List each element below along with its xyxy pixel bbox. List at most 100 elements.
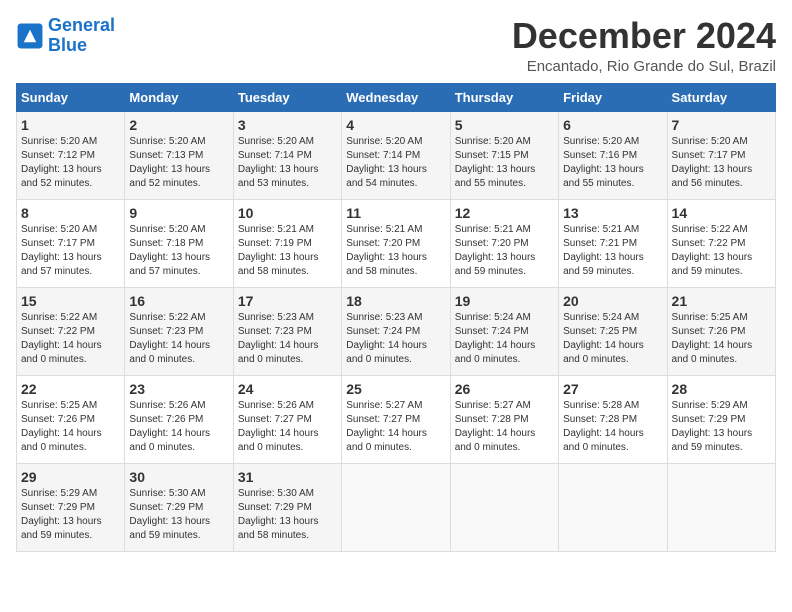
day-of-week-sunday: Sunday — [17, 83, 125, 111]
day-number: 26 — [455, 381, 554, 397]
day-info: Sunrise: 5:26 AM Sunset: 7:27 PM Dayligh… — [238, 399, 337, 455]
day-info: Sunrise: 5:25 AM Sunset: 7:26 PM Dayligh… — [672, 311, 771, 367]
calendar-cell: 8 Sunrise: 5:20 AM Sunset: 7:17 PM Daylig… — [17, 199, 125, 287]
calendar-cell: 18 Sunrise: 5:23 AM Sunset: 7:24 PM Dayli… — [342, 287, 450, 375]
day-info: Sunrise: 5:20 AM Sunset: 7:13 PM Dayligh… — [129, 135, 228, 191]
day-of-week-thursday: Thursday — [450, 83, 558, 111]
day-info: Sunrise: 5:21 AM Sunset: 7:20 PM Dayligh… — [455, 223, 554, 279]
calendar-cell: 24 Sunrise: 5:26 AM Sunset: 7:27 PM Dayli… — [233, 375, 341, 463]
calendar-cell — [342, 463, 450, 551]
day-info: Sunrise: 5:22 AM Sunset: 7:23 PM Dayligh… — [129, 311, 228, 367]
day-info: Sunrise: 5:29 AM Sunset: 7:29 PM Dayligh… — [672, 399, 771, 455]
day-number: 3 — [238, 117, 337, 133]
calendar-cell — [667, 463, 775, 551]
calendar-cell: 10 Sunrise: 5:21 AM Sunset: 7:19 PM Dayli… — [233, 199, 341, 287]
day-number: 16 — [129, 293, 228, 309]
day-info: Sunrise: 5:23 AM Sunset: 7:24 PM Dayligh… — [346, 311, 445, 367]
day-number: 27 — [563, 381, 662, 397]
day-info: Sunrise: 5:29 AM Sunset: 7:29 PM Dayligh… — [21, 487, 120, 543]
logo: GeneralBlue — [16, 16, 115, 56]
day-number: 6 — [563, 117, 662, 133]
calendar-cell: 15 Sunrise: 5:22 AM Sunset: 7:22 PM Dayli… — [17, 287, 125, 375]
calendar-week-5: 29 Sunrise: 5:29 AM Sunset: 7:29 PM Dayli… — [17, 463, 776, 551]
day-info: Sunrise: 5:22 AM Sunset: 7:22 PM Dayligh… — [672, 223, 771, 279]
day-number: 18 — [346, 293, 445, 309]
calendar-cell — [559, 463, 667, 551]
calendar-cell: 31Sunrise: 5:30 AM Sunset: 7:29 PM Dayli… — [233, 463, 341, 551]
day-of-week-friday: Friday — [559, 83, 667, 111]
day-number: 25 — [346, 381, 445, 397]
day-info: Sunrise: 5:26 AM Sunset: 7:26 PM Dayligh… — [129, 399, 228, 455]
calendar-cell: 9 Sunrise: 5:20 AM Sunset: 7:18 PM Daylig… — [125, 199, 233, 287]
calendar-cell: 5 Sunrise: 5:20 AM Sunset: 7:15 PM Daylig… — [450, 111, 558, 199]
calendar-cell: 25 Sunrise: 5:27 AM Sunset: 7:27 PM Dayli… — [342, 375, 450, 463]
calendar-cell — [450, 463, 558, 551]
day-number: 1 — [21, 117, 120, 133]
calendar-cell: 26 Sunrise: 5:27 AM Sunset: 7:28 PM Dayli… — [450, 375, 558, 463]
day-number: 13 — [563, 205, 662, 221]
day-info: Sunrise: 5:21 AM Sunset: 7:19 PM Dayligh… — [238, 223, 337, 279]
day-info: Sunrise: 5:20 AM Sunset: 7:12 PM Dayligh… — [21, 135, 120, 191]
day-info: Sunrise: 5:20 AM Sunset: 7:15 PM Dayligh… — [455, 135, 554, 191]
day-info: Sunrise: 5:25 AM Sunset: 7:26 PM Dayligh… — [21, 399, 120, 455]
days-of-week-header: SundayMondayTuesdayWednesdayThursdayFrid… — [17, 83, 776, 111]
day-number: 8 — [21, 205, 120, 221]
calendar-cell: 17Sunrise: 5:23 AM Sunset: 7:23 PM Dayli… — [233, 287, 341, 375]
day-info: Sunrise: 5:20 AM Sunset: 7:14 PM Dayligh… — [346, 135, 445, 191]
calendar-body: 1 Sunrise: 5:20 AM Sunset: 7:12 PM Daylig… — [17, 111, 776, 551]
day-info: Sunrise: 5:28 AM Sunset: 7:28 PM Dayligh… — [563, 399, 662, 455]
calendar-cell: 28Sunrise: 5:29 AM Sunset: 7:29 PM Dayli… — [667, 375, 775, 463]
day-number: 10 — [238, 205, 337, 221]
day-number: 29 — [21, 469, 120, 485]
location: Encantado, Rio Grande do Sul, Brazil — [512, 58, 776, 75]
day-info: Sunrise: 5:20 AM Sunset: 7:17 PM Dayligh… — [21, 223, 120, 279]
day-info: Sunrise: 5:24 AM Sunset: 7:24 PM Dayligh… — [455, 311, 554, 367]
calendar-cell: 29 Sunrise: 5:29 AM Sunset: 7:29 PM Dayli… — [17, 463, 125, 551]
calendar-cell: 30Sunrise: 5:30 AM Sunset: 7:29 PM Dayli… — [125, 463, 233, 551]
calendar-cell: 23Sunrise: 5:26 AM Sunset: 7:26 PM Dayli… — [125, 375, 233, 463]
calendar-cell: 2 Sunrise: 5:20 AM Sunset: 7:13 PM Daylig… — [125, 111, 233, 199]
calendar-cell: 1 Sunrise: 5:20 AM Sunset: 7:12 PM Daylig… — [17, 111, 125, 199]
day-number: 11 — [346, 205, 445, 221]
day-of-week-wednesday: Wednesday — [342, 83, 450, 111]
calendar-cell: 20 Sunrise: 5:24 AM Sunset: 7:25 PM Dayli… — [559, 287, 667, 375]
calendar-week-3: 15 Sunrise: 5:22 AM Sunset: 7:22 PM Dayli… — [17, 287, 776, 375]
calendar-cell: 11 Sunrise: 5:21 AM Sunset: 7:20 PM Dayli… — [342, 199, 450, 287]
day-number: 9 — [129, 205, 228, 221]
day-number: 7 — [672, 117, 771, 133]
day-number: 20 — [563, 293, 662, 309]
title-block: December 2024 Encantado, Rio Grande do S… — [512, 16, 776, 75]
day-info: Sunrise: 5:20 AM Sunset: 7:18 PM Dayligh… — [129, 223, 228, 279]
day-number: 21 — [672, 293, 771, 309]
calendar-cell: 4Sunrise: 5:20 AM Sunset: 7:14 PM Daylig… — [342, 111, 450, 199]
calendar-cell: 6Sunrise: 5:20 AM Sunset: 7:16 PM Daylig… — [559, 111, 667, 199]
calendar-cell: 22 Sunrise: 5:25 AM Sunset: 7:26 PM Dayli… — [17, 375, 125, 463]
day-number: 22 — [21, 381, 120, 397]
calendar-cell: 7 Sunrise: 5:20 AM Sunset: 7:17 PM Daylig… — [667, 111, 775, 199]
day-info: Sunrise: 5:20 AM Sunset: 7:14 PM Dayligh… — [238, 135, 337, 191]
calendar-cell: 21 Sunrise: 5:25 AM Sunset: 7:26 PM Dayli… — [667, 287, 775, 375]
calendar-week-1: 1 Sunrise: 5:20 AM Sunset: 7:12 PM Daylig… — [17, 111, 776, 199]
calendar-cell: 3 Sunrise: 5:20 AM Sunset: 7:14 PM Daylig… — [233, 111, 341, 199]
day-info: Sunrise: 5:21 AM Sunset: 7:20 PM Dayligh… — [346, 223, 445, 279]
day-info: Sunrise: 5:20 AM Sunset: 7:17 PM Dayligh… — [672, 135, 771, 191]
calendar-week-2: 8 Sunrise: 5:20 AM Sunset: 7:17 PM Daylig… — [17, 199, 776, 287]
month-title: December 2024 — [512, 16, 776, 56]
day-info: Sunrise: 5:21 AM Sunset: 7:21 PM Dayligh… — [563, 223, 662, 279]
day-number: 15 — [21, 293, 120, 309]
logo-text: GeneralBlue — [48, 16, 115, 56]
day-of-week-monday: Monday — [125, 83, 233, 111]
day-number: 12 — [455, 205, 554, 221]
day-number: 5 — [455, 117, 554, 133]
day-number: 24 — [238, 381, 337, 397]
day-info: Sunrise: 5:22 AM Sunset: 7:22 PM Dayligh… — [21, 311, 120, 367]
day-number: 2 — [129, 117, 228, 133]
day-info: Sunrise: 5:27 AM Sunset: 7:28 PM Dayligh… — [455, 399, 554, 455]
calendar-cell: 13 Sunrise: 5:21 AM Sunset: 7:21 PM Dayli… — [559, 199, 667, 287]
page-header: GeneralBlue December 2024 Encantado, Rio… — [16, 16, 776, 75]
calendar-cell: 19Sunrise: 5:24 AM Sunset: 7:24 PM Dayli… — [450, 287, 558, 375]
day-info: Sunrise: 5:23 AM Sunset: 7:23 PM Dayligh… — [238, 311, 337, 367]
day-info: Sunrise: 5:24 AM Sunset: 7:25 PM Dayligh… — [563, 311, 662, 367]
calendar-week-4: 22 Sunrise: 5:25 AM Sunset: 7:26 PM Dayli… — [17, 375, 776, 463]
day-info: Sunrise: 5:27 AM Sunset: 7:27 PM Dayligh… — [346, 399, 445, 455]
